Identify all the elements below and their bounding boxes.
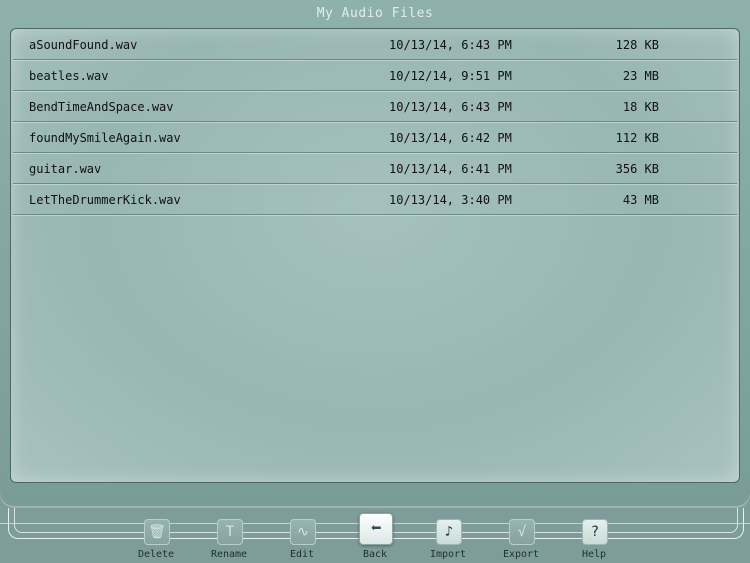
file-name: LetTheDrummerKick.wav bbox=[29, 193, 181, 207]
page-title: My Audio Files bbox=[316, 6, 434, 21]
edit-button[interactable]: ∿ Edit bbox=[274, 517, 330, 563]
arrow-left-icon: ⬅ bbox=[359, 513, 393, 545]
question-icon: ? bbox=[582, 519, 608, 545]
delete-label: Delete bbox=[137, 549, 175, 560]
file-name: BendTimeAndSpace.wav bbox=[29, 100, 174, 114]
file-size: 43 MB bbox=[622, 193, 659, 207]
export-label: Export bbox=[502, 549, 540, 560]
back-button[interactable]: ⬅ Back bbox=[347, 513, 403, 563]
file-size: 18 KB bbox=[622, 100, 659, 114]
import-label: Import bbox=[429, 549, 467, 560]
export-icon: √ bbox=[509, 519, 535, 545]
back-label: Back bbox=[362, 549, 388, 560]
trash-icon: 🗑 bbox=[144, 519, 170, 545]
file-name: aSoundFound.wav bbox=[29, 38, 138, 52]
music-note-icon: ♪ bbox=[436, 519, 462, 545]
file-name: guitar.wav bbox=[29, 162, 102, 176]
text-icon: T bbox=[217, 519, 243, 545]
file-date: 10/13/14, 6:43 PM bbox=[389, 100, 512, 114]
rename-button[interactable]: T Rename bbox=[201, 517, 257, 563]
file-row[interactable]: foundMySmileAgain.wav 10/13/14, 6:42 PM … bbox=[13, 122, 737, 153]
export-button[interactable]: √ Export bbox=[493, 517, 549, 563]
file-size: 112 KB bbox=[615, 131, 659, 145]
file-size: 128 KB bbox=[615, 38, 659, 52]
file-row[interactable]: aSoundFound.wav 10/13/14, 6:43 PM 128 KB bbox=[13, 29, 737, 60]
waveform-icon: ∿ bbox=[290, 519, 316, 545]
file-date: 10/13/14, 3:40 PM bbox=[389, 193, 512, 207]
file-row[interactable]: beatles.wav 10/12/14, 9:51 PM 23 MB bbox=[13, 60, 737, 91]
file-list[interactable]: aSoundFound.wav 10/13/14, 6:43 PM 128 KB… bbox=[10, 28, 740, 483]
delete-button[interactable]: 🗑 Delete bbox=[128, 517, 184, 563]
file-size: 356 KB bbox=[615, 162, 659, 176]
file-name: foundMySmileAgain.wav bbox=[29, 131, 181, 145]
file-row[interactable]: BendTimeAndSpace.wav 10/13/14, 6:43 PM 1… bbox=[13, 91, 737, 122]
file-row[interactable]: LetTheDrummerKick.wav 10/13/14, 3:40 PM … bbox=[13, 184, 737, 215]
file-date: 10/13/14, 6:41 PM bbox=[389, 162, 512, 176]
file-row[interactable]: guitar.wav 10/13/14, 6:41 PM 356 KB bbox=[13, 153, 737, 184]
import-button[interactable]: ♪ Import bbox=[420, 517, 476, 563]
file-size: 23 MB bbox=[622, 69, 659, 83]
help-label: Help bbox=[581, 549, 607, 560]
window-frame: My Audio Files aSoundFound.wav 10/13/14,… bbox=[0, 0, 750, 508]
file-date: 10/13/14, 6:42 PM bbox=[389, 131, 512, 145]
rename-label: Rename bbox=[210, 549, 248, 560]
file-name: beatles.wav bbox=[29, 69, 109, 83]
help-button[interactable]: ? Help bbox=[566, 517, 622, 563]
file-date: 10/13/14, 6:43 PM bbox=[389, 38, 512, 52]
edit-label: Edit bbox=[289, 549, 315, 560]
file-date: 10/12/14, 9:51 PM bbox=[389, 69, 512, 83]
